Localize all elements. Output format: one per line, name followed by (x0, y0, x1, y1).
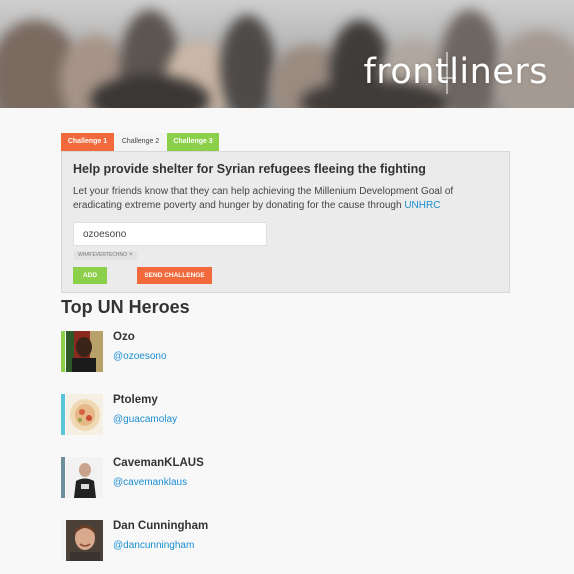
hero-list-item: Ptolemy @guacamolay (61, 394, 361, 436)
challenge-description-text: Let your friends know that they can help… (73, 186, 454, 211)
send-challenge-button[interactable]: SEND CHALLENGE (137, 267, 212, 284)
hero-color-bar (61, 394, 65, 435)
hero-handle-link[interactable]: @ozoesono (113, 351, 167, 362)
close-icon[interactable]: × (129, 251, 133, 260)
hero-color-bar (61, 520, 65, 561)
hero-color-bar (61, 457, 65, 498)
avatar[interactable] (66, 331, 103, 372)
crosshair-icon (438, 52, 456, 94)
friend-username-input[interactable] (73, 222, 267, 246)
person-photo-icon (66, 457, 103, 498)
tag-label: WHATEVERTECHNO (78, 252, 127, 258)
challenge-title: Help provide shelter for Syrian refugees… (73, 162, 426, 176)
hero-list-item: Ozo @ozoesono (61, 331, 361, 373)
avatar[interactable] (66, 457, 103, 498)
hero-name: Ozo (113, 331, 135, 343)
challenge-panel: Help provide shelter for Syrian refugees… (61, 151, 510, 293)
tab-challenge-2[interactable]: Challenge 2 (114, 133, 167, 151)
person-photo-icon (66, 331, 103, 372)
hero-handle-link[interactable]: @guacamolay (113, 414, 177, 425)
avatar[interactable] (66, 520, 103, 561)
hero-list-item: CavemanKLAUS @cavemanklaus (61, 457, 361, 499)
hero-color-bar (61, 331, 65, 372)
hero-handle-link[interactable]: @dancunningham (113, 540, 194, 551)
tab-challenge-1[interactable]: Challenge 1 (61, 133, 114, 151)
hero-list-item: Dan Cunningham @dancunningham (61, 520, 361, 562)
person-photo-icon (66, 520, 103, 561)
hero-name: CavemanKLAUS (113, 457, 204, 469)
challenge-description: Let your friends know that they can help… (73, 185, 493, 213)
challenge-tabs: Challenge 1 Challenge 2 Challenge 3 (61, 133, 219, 151)
hero-name: Dan Cunningham (113, 520, 209, 532)
avatar[interactable] (66, 394, 103, 435)
header-banner: frontliners (0, 0, 574, 108)
hero-name: Ptolemy (113, 394, 158, 406)
food-photo-icon (66, 394, 103, 435)
tag-chip: WHATEVERTECHNO × (74, 251, 137, 260)
add-button[interactable]: ADD (73, 267, 107, 284)
unhrc-link[interactable]: UNHRC (404, 200, 440, 211)
hero-handle-link[interactable]: @cavemanklaus (113, 477, 187, 488)
tab-challenge-3[interactable]: Challenge 3 (167, 133, 219, 151)
heroes-section-title: Top UN Heroes (61, 297, 190, 317)
